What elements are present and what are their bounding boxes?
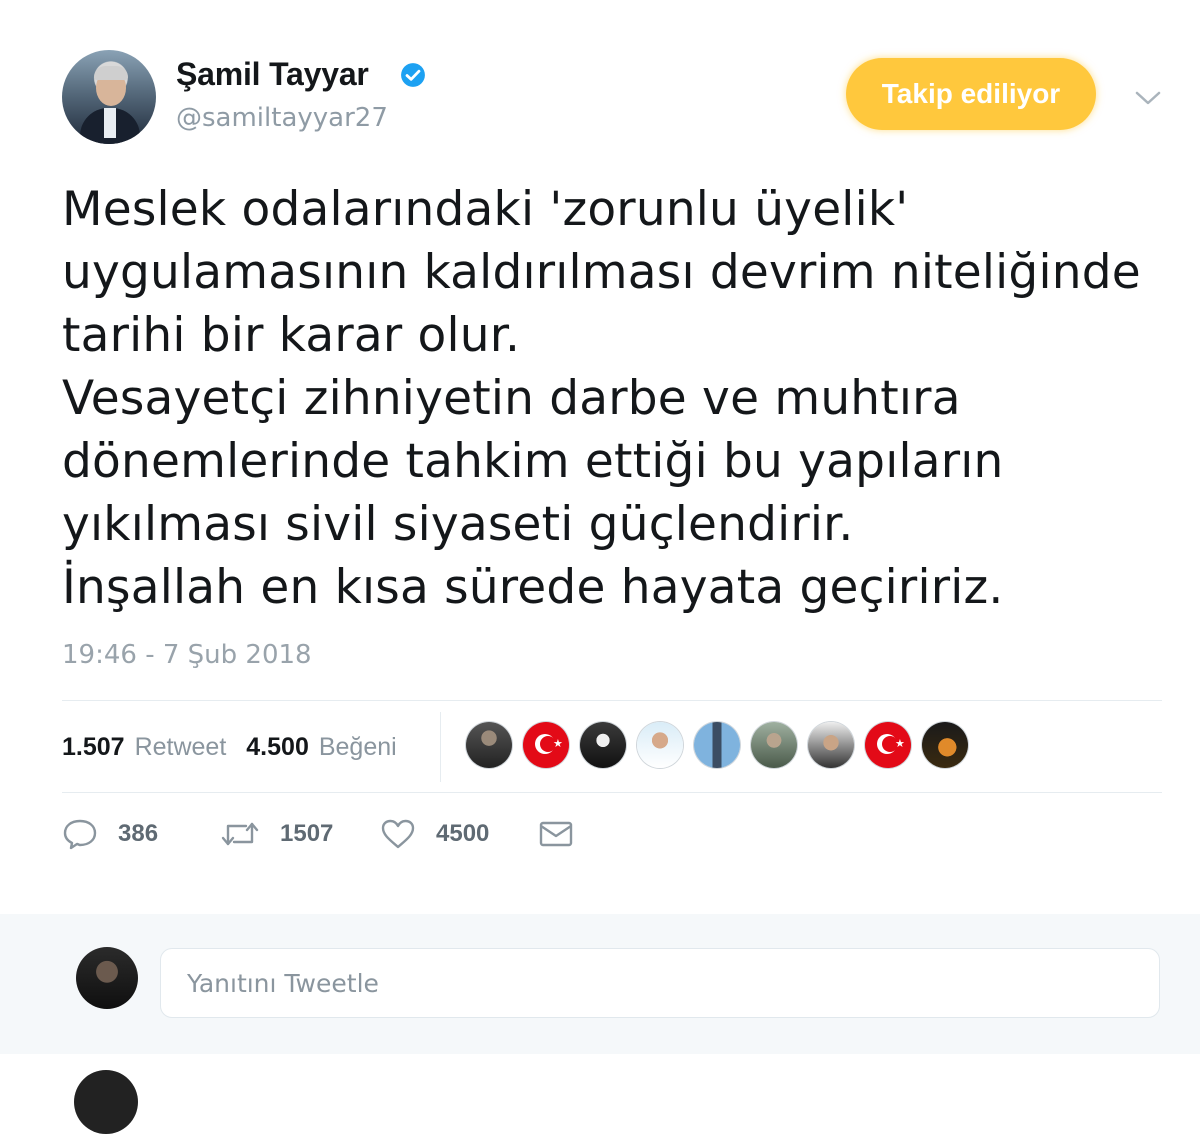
author-handle[interactable]: @samiltayyar27 (176, 103, 388, 133)
author-name[interactable]: Şamil Tayyar (176, 56, 369, 93)
chevron-down-icon[interactable] (1133, 88, 1163, 108)
like-button[interactable]: 4500 (380, 818, 489, 850)
stats-separator (440, 712, 441, 782)
liker-avatar-flag[interactable]: ★ (523, 722, 569, 768)
retweet-count: 1507 (280, 820, 334, 847)
liker-avatar[interactable] (580, 722, 626, 768)
tweet-timestamp[interactable]: 19:46 - 7 Şub 2018 (62, 640, 312, 670)
like-stat-label[interactable]: Beğeni (319, 733, 397, 762)
verified-badge-icon (401, 63, 425, 87)
next-reply-avatar[interactable] (74, 1070, 138, 1134)
liker-avatar[interactable] (808, 722, 854, 768)
like-heart-icon (381, 819, 415, 849)
liker-avatar[interactable] (922, 722, 968, 768)
retweet-stat-count[interactable]: 1.507 (62, 733, 125, 762)
liker-avatar[interactable] (694, 722, 740, 768)
avatar-hair (94, 66, 128, 80)
direct-message-icon (539, 821, 573, 847)
direct-message-button[interactable] (538, 818, 594, 850)
like-count: 4500 (436, 820, 490, 847)
liker-avatars: ★ ★ (466, 722, 979, 768)
reply-icon (63, 819, 97, 850)
following-button[interactable]: Takip ediliyor (846, 58, 1096, 130)
reply-count: 386 (118, 820, 159, 847)
reply-button[interactable]: 386 (62, 818, 158, 850)
retweet-button[interactable]: 1507 (220, 818, 333, 850)
current-user-avatar[interactable] (76, 947, 138, 1009)
like-stat-count[interactable]: 4.500 (246, 733, 309, 762)
author-avatar[interactable] (62, 50, 156, 144)
star-icon: ★ (553, 737, 563, 750)
star-icon: ★ (895, 737, 905, 750)
retweet-icon (221, 822, 259, 846)
retweet-stat-label[interactable]: Retweet (135, 733, 227, 762)
liker-avatar[interactable] (751, 722, 797, 768)
liker-avatar-flag[interactable]: ★ (865, 722, 911, 768)
liker-avatar[interactable] (466, 722, 512, 768)
avatar-shirt (104, 108, 116, 138)
stats-top-divider (62, 700, 1162, 701)
tweet-text: Meslek odalarındaki 'zorunlu üyelik' uyg… (62, 182, 1141, 615)
reply-input[interactable]: Yanıtını Tweetle (160, 948, 1160, 1018)
liker-avatar[interactable] (637, 722, 683, 768)
stats-bottom-divider (62, 792, 1162, 793)
tweet-stats: 1.507 Retweet 4.500 Beğeni (62, 726, 417, 768)
